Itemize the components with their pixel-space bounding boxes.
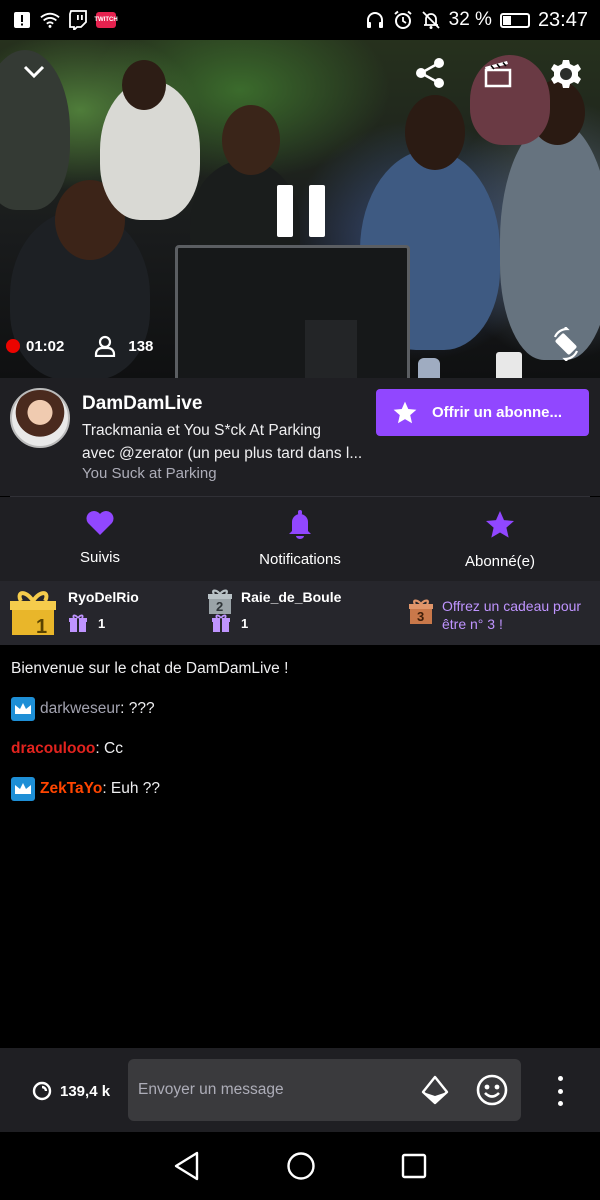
subscribed-label: Abonné(e) [464,553,536,570]
chat-message[interactable]: ZekTaYo : Euh ?? [11,777,589,801]
notifications-label: Notifications [259,551,341,568]
leaderboard-count-2: 1 [241,615,249,631]
bronze-gift-icon: 3 [408,599,434,633]
bell-off-icon [421,10,441,30]
channel-points-button[interactable]: 139,4 k [32,1081,110,1101]
leaderboard-entry-1[interactable]: 1 RyoDelRio 1 [10,589,139,638]
more-options-icon[interactable] [548,1076,572,1106]
stream-title: Trackmania et You S*ck At Parking avec @… [82,419,372,465]
leaderboard-name-2: Raie_de_Boule [241,589,342,605]
settings-gear-icon[interactable] [550,58,582,90]
twitch-icon [68,10,88,30]
video-monitor [175,245,410,378]
video-player[interactable]: 01:02 138 [0,40,600,378]
message-input[interactable] [138,1059,408,1121]
stream-title-line-1: Trackmania et You S*ck At Parking [82,422,321,439]
stream-title-line-2: avec @zerator (un peu plus tard dans l..… [82,445,363,462]
chat-username[interactable]: darkweseur [40,700,120,718]
viewer-icon [94,335,116,357]
streamer-avatar[interactable] [10,388,70,448]
collapse-chevron-icon[interactable] [22,64,46,80]
leaderboard-name-1: RyoDelRio [68,589,139,605]
channel-actions: Suivis Notifications Abonné(e) [0,497,600,581]
bell-icon [286,509,314,539]
battery-icon [499,12,530,28]
battery-percent: 32 % [448,9,492,30]
home-icon[interactable] [286,1151,316,1181]
follow-button[interactable]: Suivis [0,497,200,581]
chat-text: : ??? [120,700,155,717]
chat-text: : Cc [95,740,123,757]
gift-cta[interactable]: 3 Offrez un cadeau pour être n° 3 ! [408,597,581,633]
gift-subscription-label: Offrir un abonne... [432,404,562,421]
channel-name[interactable]: DamDamLive [82,393,202,415]
uptime-text: 01:02 [26,337,65,355]
chat-message[interactable]: dracoulooo : Cc [11,737,589,761]
leaderboard-entry-2[interactable]: 2 Raie_de_Boule 1 [207,589,341,633]
rotate-screen-icon[interactable] [551,327,581,361]
channel-points-value: 139,4 k [60,1082,111,1100]
system-nav-bar [0,1132,600,1200]
leaderboard-count-1: 1 [98,615,106,631]
alarm-icon [393,10,413,30]
prime-badge-icon [11,777,35,801]
viewer-count-text: 138 [128,337,154,355]
gift-cta-line-2: être n° 3 ! [442,616,503,632]
game-category[interactable]: You Suck at Parking [82,465,217,482]
silver-gift-icon: 2 [207,589,233,633]
channel-points-icon [32,1081,52,1101]
chat-text: : Euh ?? [102,780,161,797]
alert-icon [12,10,32,30]
notifications-button[interactable]: Notifications [200,497,400,581]
gift-subscription-button[interactable]: Offrir un abonne... [376,389,589,436]
clock: 23:47 [537,8,588,31]
recents-icon[interactable] [401,1153,427,1179]
gift-icon [68,613,88,633]
channel-info: DamDamLive Trackmania et You S*ck At Par… [0,378,600,496]
clip-icon[interactable] [484,60,512,88]
chat-welcome: Bienvenue sur le chat de DamDamLive ! [11,660,289,677]
headphones-icon [365,10,385,30]
follow-label: Suivis [79,549,120,566]
prime-badge-icon [11,697,35,721]
subscribed-button[interactable]: Abonné(e) [400,497,600,581]
emote-icon[interactable] [475,1073,509,1107]
wifi-icon [40,10,60,30]
chat-username[interactable]: ZekTaYo [40,780,102,798]
pause-button[interactable] [277,185,325,237]
chat-input-bar: 139,4 k [0,1048,600,1132]
bits-icon[interactable] [421,1075,449,1105]
chat-message[interactable]: darkweseur : ??? [11,697,589,721]
message-box[interactable] [128,1059,521,1121]
chat-panel[interactable]: Bienvenue sur le chat de DamDamLive ! da… [0,645,600,1048]
rank-2-number: 2 [216,599,224,614]
rank-3-number: 3 [417,609,425,624]
rank-1-number: 1 [36,616,48,638]
share-icon[interactable] [414,57,446,89]
gold-gift-icon: 1 [10,589,56,638]
viewer-count: 138 [84,335,153,357]
stream-stats: 01:02 138 [6,335,153,357]
back-icon[interactable] [173,1151,201,1181]
chat-username[interactable]: dracoulooo [11,740,95,758]
gift-cta-line-1: Offrez un cadeau pour [442,598,582,614]
heart-icon [85,509,115,537]
live-dot-icon [6,339,20,353]
app-notification-icon: TWITCH [94,12,118,28]
gift-leaderboard: 1 RyoDelRio 1 2 Raie_de_Boule 1 3 Offrez… [0,581,600,645]
star-icon [483,509,517,541]
live-uptime: 01:02 [6,338,64,355]
star-icon [392,400,418,426]
status-bar: TWITCH 32 % 23:47 [0,0,600,40]
